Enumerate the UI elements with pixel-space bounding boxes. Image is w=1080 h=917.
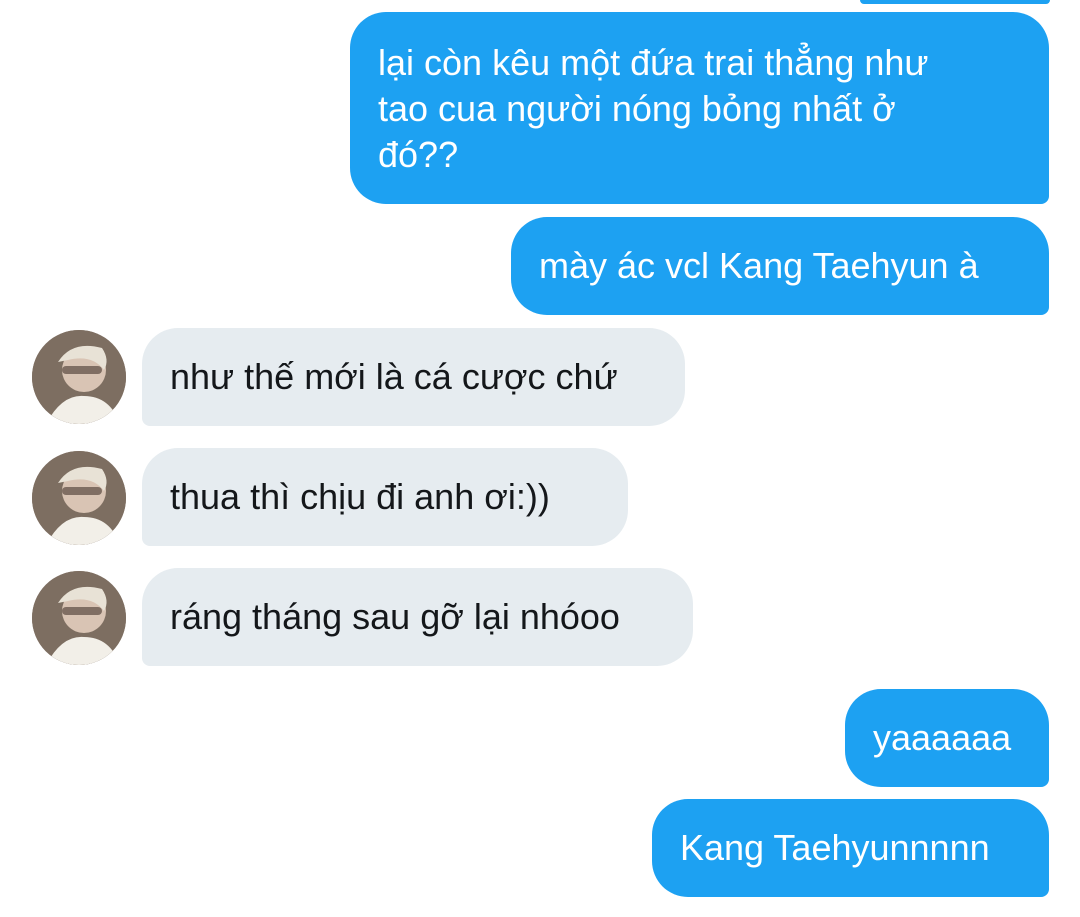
message-bubble-incoming[interactable]: ráng tháng sau gỡ lại nhóoo (142, 568, 693, 666)
message-bubble-outgoing[interactable]: Kang Taehyunnnnn (652, 799, 1049, 897)
message-bubble-outgoing[interactable]: mày ác vcl Kang Taehyun à (511, 217, 1049, 315)
message-bubble-incoming[interactable]: như thế mới là cá cược chứ (142, 328, 685, 426)
contact-avatar[interactable] (32, 451, 126, 545)
avatar-photo-icon (32, 451, 126, 545)
avatar-photo-icon (32, 330, 126, 424)
message-thread: lại còn kêu một đứa trai thẳng như tao c… (0, 0, 1080, 917)
message-bubble-outgoing[interactable]: yaaaaaa (845, 689, 1049, 787)
message-bubble-outgoing[interactable]: lại còn kêu một đứa trai thẳng như tao c… (350, 12, 1049, 204)
message-bubble-incoming[interactable]: thua thì chịu đi anh ơi:)) (142, 448, 628, 546)
contact-avatar[interactable] (32, 330, 126, 424)
avatar-photo-icon (32, 571, 126, 665)
contact-avatar[interactable] (32, 571, 126, 665)
previous-message-edge (860, 0, 1050, 4)
